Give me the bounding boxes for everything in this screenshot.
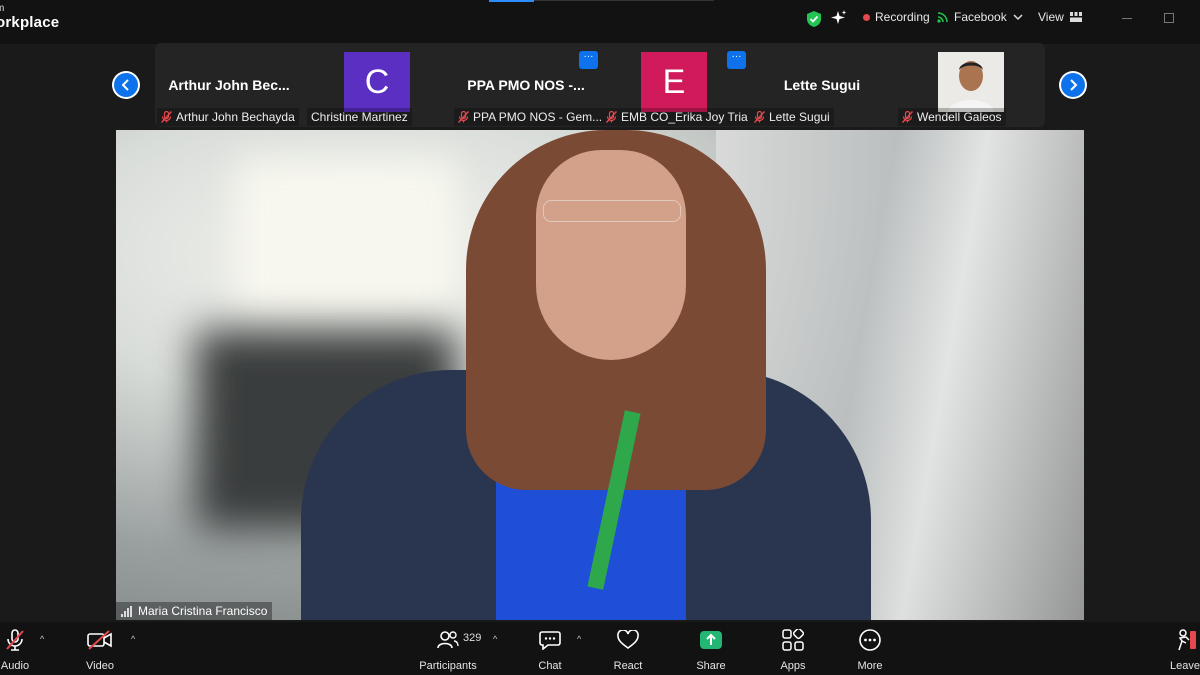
participant-name-label: EMB CO_Erika Joy Tria	[602, 108, 750, 126]
avatar: E	[641, 52, 707, 112]
app-brand: m orkplace	[0, 2, 59, 30]
minimize-window-button[interactable]	[1122, 18, 1132, 19]
share-label: Share	[696, 660, 726, 672]
muted-mic-icon	[161, 111, 172, 123]
participant-display-name: Lette Sugui	[783, 77, 861, 93]
participants-icon	[437, 628, 459, 652]
participants-count: 329	[463, 632, 482, 644]
participant-tile[interactable]: Arthur John Bec... Arthur John Bechayda	[155, 46, 303, 126]
brand-line-2: orkplace	[0, 14, 60, 31]
restore-window-button[interactable]	[1164, 13, 1174, 23]
connection-strength-icon	[121, 605, 133, 617]
avatar: C	[344, 52, 410, 112]
leave-label: Leave	[1170, 660, 1200, 672]
participant-name-label: Arthur John Bechayda	[157, 108, 299, 126]
react-button[interactable]: React	[593, 628, 663, 672]
video-label: Video	[86, 660, 114, 672]
chat-label: Chat	[538, 660, 562, 672]
muted-mic-icon	[606, 111, 617, 123]
participant-tile[interactable]: C Christine Martinez	[303, 46, 451, 126]
more-options-button[interactable]: ···	[727, 51, 746, 69]
react-label: React	[613, 660, 643, 672]
share-button[interactable]: Share	[676, 628, 746, 672]
video-button[interactable]: Video	[65, 628, 135, 672]
participant-label-text: PPA PMO NOS - Gem...	[473, 110, 602, 124]
view-label: View	[1038, 10, 1064, 24]
encryption-shield-icon[interactable]	[806, 10, 822, 28]
leave-icon	[1173, 628, 1197, 652]
participants-label: Participants	[419, 660, 477, 672]
speaker-name: Maria Cristina Francisco	[138, 604, 268, 618]
muted-mic-icon	[5, 628, 25, 652]
participant-label-text: EMB CO_Erika Joy Tria	[621, 110, 748, 124]
participant-name-label: PPA PMO NOS - Gem...	[454, 108, 602, 126]
video-off-icon	[87, 628, 113, 652]
participant-label-text: Arthur John Bechayda	[176, 110, 295, 124]
recording-dot-icon	[863, 13, 870, 21]
muted-mic-icon	[458, 111, 469, 123]
meeting-toolbar: Audio ^ Video ^ Participants 329 ^ Chat …	[0, 622, 1200, 675]
video-options-caret-icon[interactable]: ^	[131, 634, 135, 644]
strip-prev-button[interactable]	[112, 71, 140, 99]
audio-label: Audio	[0, 660, 30, 672]
leave-button[interactable]: Leave	[1155, 628, 1200, 672]
apps-button[interactable]: Apps	[758, 628, 828, 672]
speaker-figure	[543, 200, 681, 222]
apps-icon	[782, 628, 804, 652]
participant-label-text: Wendell Galeos	[917, 110, 1002, 124]
audio-options-caret-icon[interactable]: ^	[40, 634, 44, 644]
active-speaker-video	[116, 130, 1084, 620]
chat-icon	[539, 628, 561, 652]
speaker-name-label: Maria Cristina Francisco	[116, 602, 273, 620]
speaker-figure	[536, 150, 686, 360]
live-stream-icon	[937, 12, 948, 23]
ai-companion-icon[interactable]	[831, 10, 847, 26]
livestream-facebook-menu[interactable]: Facebook	[937, 10, 1023, 24]
participant-label-text: Lette Sugui	[769, 110, 830, 124]
muted-mic-icon	[902, 111, 913, 123]
participant-name-label: Christine Martinez	[307, 108, 412, 126]
recording-label: Recording	[875, 10, 930, 24]
view-menu[interactable]: View	[1038, 10, 1082, 24]
participant-tile[interactable]: Wendell Galeos	[896, 46, 1044, 126]
participant-tile[interactable]: E ··· EMB CO_Erika Joy Tria	[600, 46, 750, 126]
strip-next-button[interactable]	[1059, 71, 1087, 99]
avatar-photo	[938, 52, 1004, 112]
participant-display-name: PPA PMO NOS -...	[467, 77, 585, 93]
more-button[interactable]: More	[835, 628, 905, 672]
chat-options-caret-icon[interactable]: ^	[577, 634, 581, 644]
participant-name-label: Wendell Galeos	[898, 108, 1006, 126]
top-accent-track	[534, 0, 714, 1]
participant-display-name: Arthur John Bec...	[168, 77, 290, 93]
heart-icon	[617, 628, 639, 652]
participant-name-label: Lette Sugui	[750, 108, 834, 126]
more-label: More	[857, 660, 883, 672]
share-screen-icon	[699, 628, 723, 652]
participant-tile[interactable]: Lette Sugui Lette Sugui	[748, 46, 896, 126]
apps-label: Apps	[780, 660, 806, 672]
recording-indicator[interactable]: Recording	[863, 10, 930, 24]
chevron-down-icon	[1013, 14, 1023, 21]
top-accent	[489, 0, 534, 2]
more-options-button[interactable]: ···	[579, 51, 598, 69]
more-dots-icon	[859, 628, 881, 652]
participant-tile[interactable]: ··· PPA PMO NOS -... PPA PMO NOS - Gem..…	[452, 46, 602, 126]
background-blur	[236, 160, 456, 320]
participant-label-text: Christine Martinez	[311, 110, 408, 124]
grid-view-icon	[1069, 12, 1082, 22]
chat-button[interactable]: Chat	[515, 628, 585, 672]
participants-options-caret-icon[interactable]: ^	[493, 634, 497, 644]
chevron-right-icon	[1070, 79, 1078, 91]
muted-mic-icon	[754, 111, 765, 123]
facebook-label: Facebook	[954, 10, 1007, 24]
top-bar: m orkplace Recording Facebook View	[0, 0, 1200, 44]
chevron-left-icon	[121, 79, 129, 91]
